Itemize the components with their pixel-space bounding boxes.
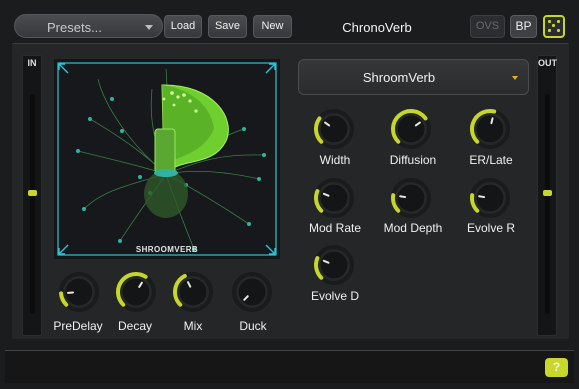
knob-body bbox=[475, 183, 505, 213]
knob-graphic bbox=[59, 272, 99, 312]
knob-body bbox=[319, 250, 349, 280]
save-button[interactable]: Save bbox=[208, 15, 247, 38]
knob-graphic bbox=[470, 109, 510, 149]
knob-body bbox=[319, 114, 349, 144]
bypass-button[interactable]: BP bbox=[510, 15, 537, 38]
knob-er-late-label: ER/Late bbox=[469, 153, 513, 167]
help-button[interactable]: ? bbox=[545, 358, 568, 377]
plugin-window: Presets... Load Save New ChronoVerb OVS … bbox=[0, 0, 579, 389]
knob-graphic bbox=[314, 109, 354, 149]
load-button[interactable]: Load bbox=[164, 15, 202, 38]
knob-graphic bbox=[470, 178, 510, 218]
knob-body bbox=[178, 277, 208, 307]
input-gain-track[interactable] bbox=[30, 94, 35, 314]
knob-mod-depth-label: Mod Depth bbox=[383, 221, 443, 235]
toolbar: Presets... Load Save New ChronoVerb OVS … bbox=[6, 10, 573, 42]
knob-body bbox=[121, 277, 151, 307]
output-gain-track[interactable] bbox=[545, 94, 550, 314]
knob-evolve-r-label: Evolve R bbox=[466, 221, 516, 235]
output-meter: OUT bbox=[537, 55, 557, 336]
knob-body bbox=[396, 114, 426, 144]
oversampling-button[interactable]: OVS bbox=[470, 15, 505, 38]
knob-width-label: Width bbox=[319, 153, 351, 167]
knob-mod-rate-label: Mod Rate bbox=[308, 221, 362, 235]
randomize-dice-icon[interactable] bbox=[543, 15, 565, 38]
input-meter: IN bbox=[22, 55, 42, 336]
chevron-down-icon bbox=[512, 76, 518, 80]
visualizer-label: SHROOMVERB bbox=[135, 245, 199, 254]
output-gain-slider[interactable] bbox=[543, 190, 552, 196]
status-bar: ? bbox=[5, 350, 574, 383]
algorithm-selected-label: ShroomVerb bbox=[362, 70, 436, 85]
knob-evolve-d-label: Evolve D bbox=[310, 289, 360, 303]
knob-graphic bbox=[391, 109, 431, 149]
input-gain-slider[interactable] bbox=[28, 190, 37, 196]
chevron-down-icon bbox=[145, 25, 153, 30]
knob-pointer bbox=[490, 117, 494, 125]
knob-body bbox=[237, 277, 267, 307]
knob-graphic bbox=[391, 178, 431, 218]
plugin-title: ChronoVerb bbox=[342, 20, 412, 35]
knob-body bbox=[319, 183, 349, 213]
presets-dropdown[interactable]: Presets... bbox=[14, 14, 163, 38]
knob-graphic bbox=[314, 245, 354, 285]
algorithm-dropdown[interactable]: ShroomVerb bbox=[298, 59, 529, 95]
presets-label: Presets... bbox=[47, 20, 102, 35]
knob-graphic bbox=[314, 178, 354, 218]
knob-pointer bbox=[478, 195, 486, 199]
knob-graphic bbox=[173, 272, 213, 312]
knob-duck-label: Duck bbox=[239, 319, 267, 333]
new-button[interactable]: New bbox=[253, 15, 292, 38]
knob-diffusion-label: Diffusion bbox=[389, 153, 437, 167]
output-meter-label: OUT bbox=[538, 58, 557, 68]
visualizer-graphic bbox=[57, 62, 277, 256]
knob-body bbox=[396, 183, 426, 213]
knob-body bbox=[475, 114, 505, 144]
input-meter-label: IN bbox=[27, 58, 37, 68]
knob-graphic bbox=[232, 272, 272, 312]
knob-graphic bbox=[116, 272, 156, 312]
reverb-visualizer[interactable]: SHROOMVERB bbox=[54, 59, 280, 259]
knob-pointer bbox=[399, 195, 407, 199]
